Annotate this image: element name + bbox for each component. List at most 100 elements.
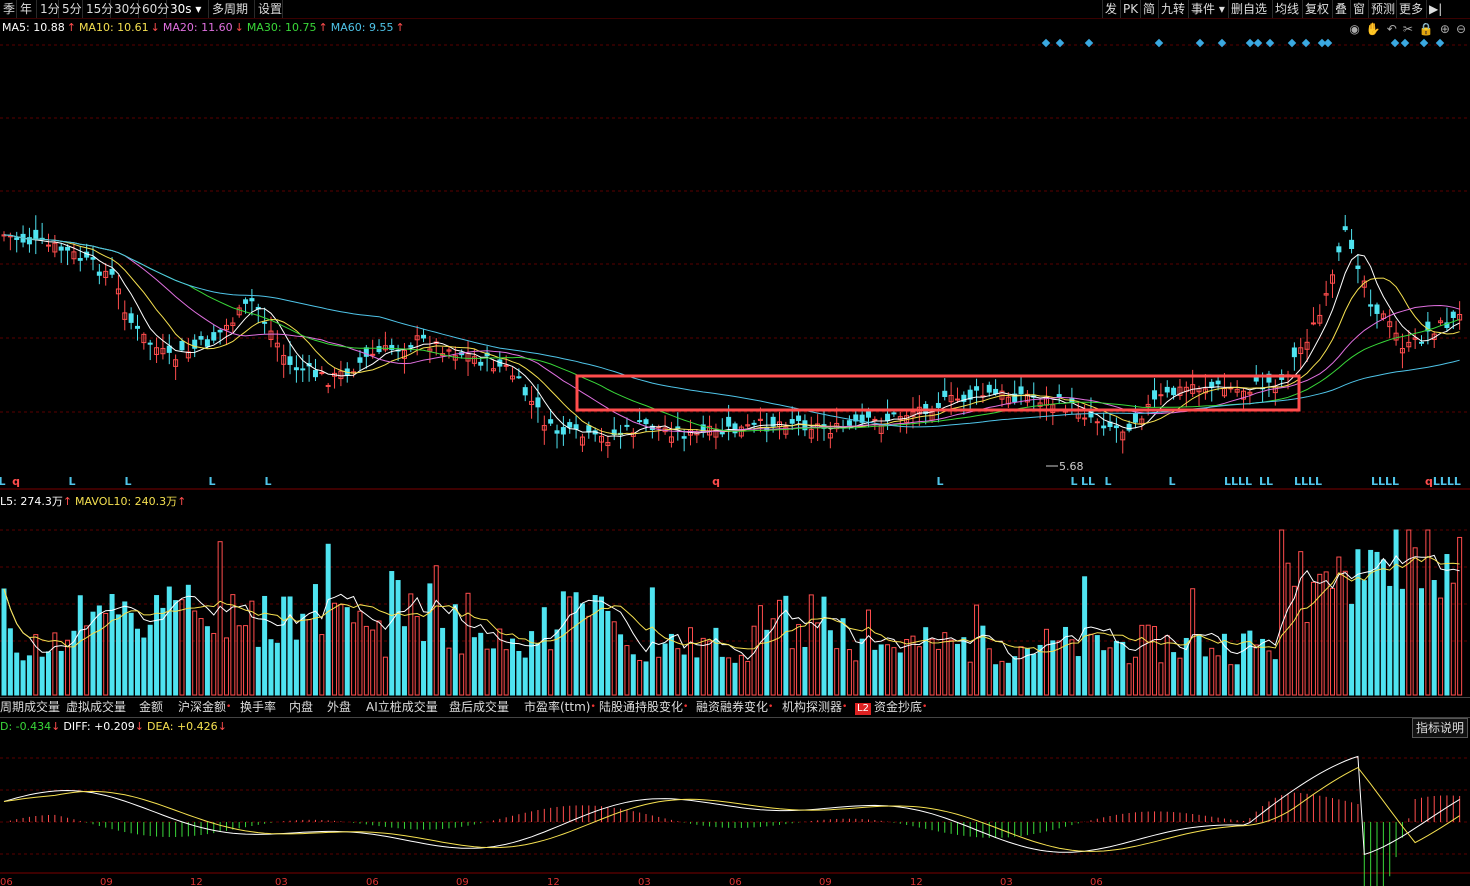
volume-bar xyxy=(465,592,471,696)
volume-bar xyxy=(7,628,13,696)
macd-legend-item-arrow-1: ↓ xyxy=(134,720,145,733)
volume-bar xyxy=(332,602,338,696)
volume-bar xyxy=(1279,529,1285,696)
volume-bar xyxy=(1196,634,1202,696)
indicator-help-button[interactable]: 指标说明 xyxy=(1411,718,1468,738)
candle-body xyxy=(1158,394,1164,397)
lock-icon[interactable]: 🔒 xyxy=(1419,22,1434,36)
hand-icon[interactable]: ✋ xyxy=(1366,22,1381,36)
candle-body xyxy=(1419,341,1425,344)
volume-bar xyxy=(1152,626,1158,696)
indicator-tab-11[interactable]: 融资融券变化• xyxy=(696,699,773,716)
vol-legend-item-arrow-1: ↑ xyxy=(177,495,187,508)
volume-bar xyxy=(243,625,249,696)
signal-mark: L xyxy=(68,475,75,488)
indicator-tab-3[interactable]: 沪深金额• xyxy=(178,699,231,716)
signal-diamond xyxy=(1055,38,1065,48)
volume-bar xyxy=(675,648,681,696)
volume-bar xyxy=(656,656,662,696)
indicator-tab-9[interactable]: 市盈率(ttm)• xyxy=(524,699,596,716)
ma-legend-item-arrow-1: ↓ xyxy=(150,21,160,34)
indicator-tab-label: 机构探测器 xyxy=(782,700,843,714)
indicator-tab-0[interactable]: 周期成交量 xyxy=(0,699,60,716)
indicator-tab-label: 换手率 xyxy=(240,700,277,714)
volume-bar xyxy=(802,646,808,696)
indicator-tab-8[interactable]: 盘后成交量 xyxy=(449,699,509,716)
volume-bar xyxy=(1088,633,1094,696)
eye-icon[interactable]: ◉ xyxy=(1349,22,1359,36)
volume-bar xyxy=(1438,597,1444,696)
signal-diamond xyxy=(1041,38,1051,48)
chart-tool-icons: ◉ ✋ ↶ ✂ 🔒 ⊕ ⊖ xyxy=(1343,22,1466,36)
volume-bar xyxy=(745,660,751,696)
undo-icon[interactable]: ↶ xyxy=(1387,22,1397,36)
indicator-tab-7[interactable]: AI立桩成交量 xyxy=(366,699,438,716)
volume-bar xyxy=(834,648,840,696)
zoom-in-icon[interactable]: ⊕ xyxy=(1440,22,1450,36)
indicator-tab-12[interactable]: 机构探测器• xyxy=(782,699,847,716)
indicator-tab-10[interactable]: 陆股通持股变化• xyxy=(599,699,688,716)
volume-bar xyxy=(878,644,884,696)
candle-body xyxy=(516,376,522,379)
candle-body xyxy=(357,357,363,363)
volume-bar xyxy=(859,638,865,696)
volume-bar xyxy=(58,650,64,696)
volume-bar xyxy=(14,652,20,696)
volume-bar xyxy=(1355,549,1361,696)
indicator-tab-4[interactable]: 换手率 xyxy=(240,699,276,716)
volume-bar xyxy=(1228,664,1234,696)
volume-bar xyxy=(700,637,706,696)
volume-bar xyxy=(986,648,992,696)
volume-bar xyxy=(1285,562,1291,696)
volume-bar xyxy=(872,649,878,696)
volume-bar xyxy=(293,639,299,696)
candle-body xyxy=(1368,304,1374,307)
volume-bar xyxy=(1037,644,1043,696)
volume-bar xyxy=(643,661,649,696)
candle-body xyxy=(554,430,560,434)
candle-body xyxy=(1450,311,1456,318)
volume-bar xyxy=(796,624,802,696)
indicator-tab-1[interactable]: 虚拟成交量 xyxy=(66,699,126,716)
candle-body xyxy=(33,229,39,239)
volume-bar xyxy=(611,621,617,696)
indicator-tab-6[interactable]: 外盘 xyxy=(327,699,351,716)
volume-bar xyxy=(1380,559,1386,696)
volume-bar xyxy=(262,595,268,696)
volume-bar xyxy=(840,618,846,696)
candle-body xyxy=(1094,421,1100,424)
volume-bar xyxy=(312,584,318,696)
volume-bar xyxy=(1310,581,1316,696)
volume-legend: L5: 274.3万↑ MAVOL10: 240.3万↑ xyxy=(0,493,189,509)
candle-body xyxy=(134,325,140,329)
volume-bar xyxy=(529,631,535,696)
candle-body xyxy=(726,416,732,427)
volume-bar xyxy=(923,627,929,696)
volume-bar xyxy=(173,600,179,696)
candle-body xyxy=(147,342,153,345)
volume-bar xyxy=(1012,656,1018,696)
volume-bar xyxy=(935,648,941,696)
volume-bar xyxy=(134,628,140,696)
scissors-icon[interactable]: ✂ xyxy=(1403,22,1413,36)
signal-diamond xyxy=(1253,38,1263,48)
volume-bar xyxy=(478,632,484,696)
indicator-tab-label: 周期成交量 xyxy=(0,700,61,714)
signal-diamond xyxy=(1400,38,1410,48)
indicator-tab-5[interactable]: 内盘 xyxy=(289,699,313,716)
candle-body xyxy=(503,364,509,367)
zoom-out-icon[interactable]: ⊖ xyxy=(1456,22,1466,36)
indicator-tab-13[interactable]: L2 资金抄底• xyxy=(855,699,927,716)
candle-body xyxy=(421,334,427,339)
candlestick-chart[interactable]: 5.68L q L L L Lq L L LL L L LLLL LL LLLL LLLL qLLLL06 09… xyxy=(0,0,1470,886)
candle-body xyxy=(891,412,897,415)
x-axis-label: 09 xyxy=(819,877,832,886)
indicator-tab-2[interactable]: 金额 xyxy=(139,699,163,716)
volume-bar xyxy=(198,618,204,696)
candle-body xyxy=(325,384,331,387)
candle-body xyxy=(846,420,852,426)
volume-bar xyxy=(897,652,903,696)
ma-legend-item-4: MA60: 9.55 xyxy=(330,21,394,34)
volume-bar xyxy=(764,629,770,696)
candle-body xyxy=(211,332,217,341)
